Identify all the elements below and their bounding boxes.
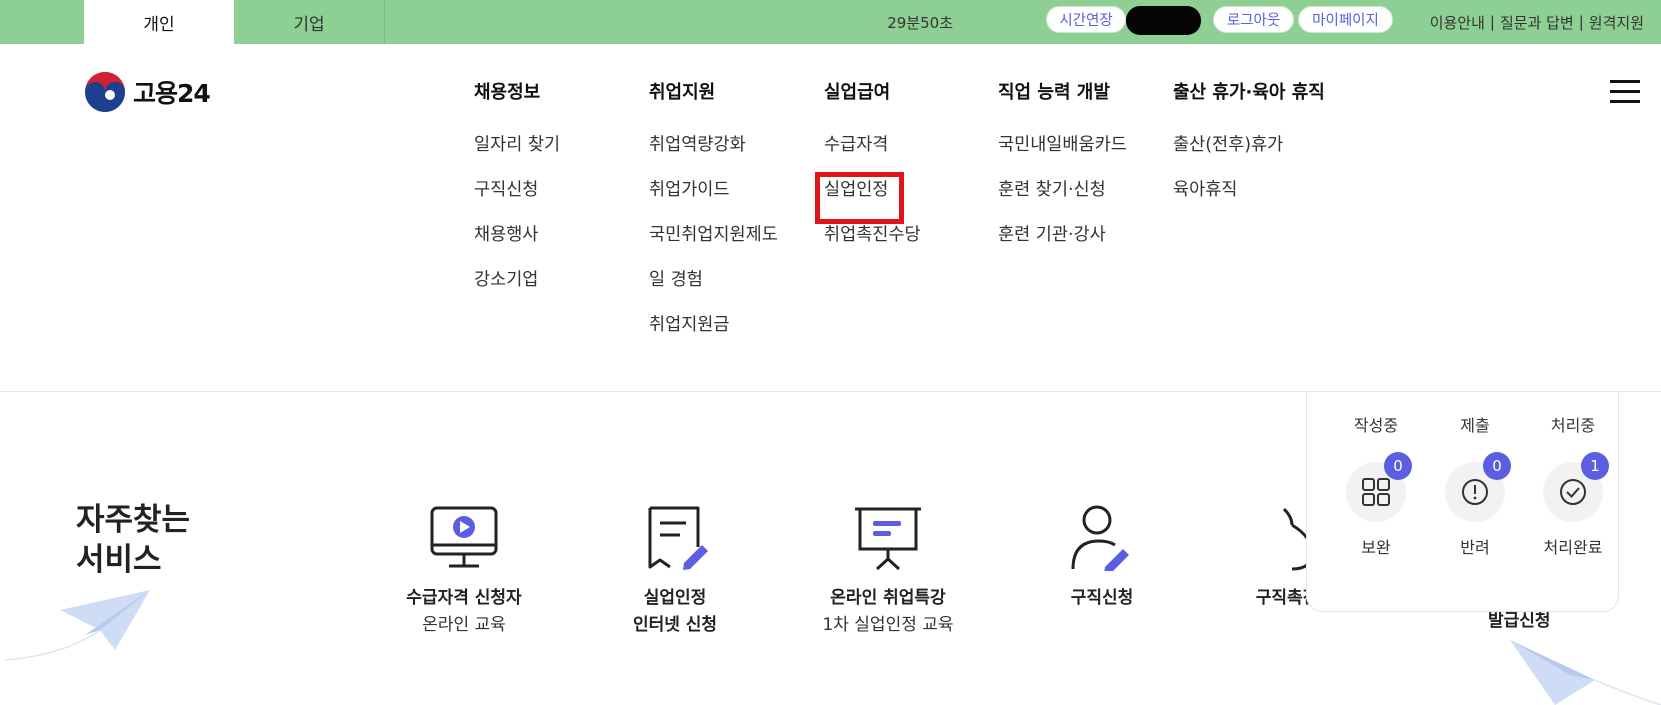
session-timer: 29분50초 — [887, 13, 953, 32]
menu-column-training: 직업 능력 개발 국민내일배움카드 훈련 찾기·신청 훈련 기관·강사 — [998, 78, 1127, 270]
menu-title-unemployment[interactable]: 실업급여 — [824, 78, 921, 104]
service-online-education[interactable]: 수급자격 신청자 온라인 교육 — [374, 505, 554, 635]
menu-item-learning-card[interactable]: 국민내일배움카드 — [998, 135, 1127, 180]
redacted-username — [1126, 6, 1201, 35]
paper-plane-icon — [1510, 640, 1661, 705]
menu-column-jobs: 채용정보 일자리 찾기 구직신청 채용행사 강소기업 — [474, 78, 560, 315]
status-label: 보완 — [1361, 538, 1391, 557]
menu-item-job-application[interactable]: 구직신청 — [474, 180, 560, 225]
menu-item-maternity-leave[interactable]: 출산(전후)휴가 — [1173, 135, 1325, 180]
menu-item-capacity[interactable]: 취업역량강화 — [649, 135, 778, 180]
person-pen-icon — [1071, 505, 1129, 571]
mypage-button[interactable]: 마이페이지 — [1298, 6, 1393, 33]
menu-column-leave: 출산 휴가·육아 휴직 출산(전후)휴가 육아휴직 — [1173, 78, 1325, 225]
status-submitted[interactable]: 제출 — [1435, 412, 1515, 436]
top-bar: 개인 기업 29분50초 시간연장 로그아웃 마이페이지 이용안내 | 질문과 … — [0, 0, 1661, 44]
status-label: 제출 — [1460, 416, 1490, 435]
status-writing[interactable]: 작성중 — [1336, 412, 1416, 436]
service-job-application[interactable]: 구직신청 — [1012, 505, 1192, 608]
menu-item-training-search[interactable]: 훈련 찾기·신청 — [998, 180, 1127, 225]
menu-item-find-jobs[interactable]: 일자리 찾기 — [474, 135, 560, 180]
title-line: 서비스 — [76, 542, 162, 578]
separator: | — [1578, 13, 1584, 31]
menu-item-job-fair[interactable]: 채용행사 — [474, 225, 560, 270]
status-icon-circle: 0 — [1445, 452, 1511, 522]
service-online-lecture[interactable]: 온라인 취업특강 1차 실업인정 교육 — [798, 505, 978, 635]
paper-plane-icon — [5, 590, 150, 661]
status-supplement[interactable]: 0 보완 — [1336, 452, 1416, 558]
service-label: 실업인정 — [643, 588, 707, 608]
status-label: 처리완료 — [1543, 538, 1603, 557]
application-status-panel: 작성중 제출 처리중 0 보완 0 반려 1 처리완료 — [1306, 392, 1619, 612]
tab-divider — [384, 0, 385, 44]
menu-item-guide[interactable]: 취업가이드 — [649, 180, 778, 225]
link-qna[interactable]: 질문과 답변 — [1500, 12, 1574, 33]
logout-button[interactable]: 로그아웃 — [1213, 6, 1294, 33]
link-usage-guide[interactable]: 이용안내 — [1430, 12, 1485, 33]
site-logo[interactable]: 고용24 — [84, 71, 211, 113]
service-sublabel: 온라인 교육 — [422, 615, 506, 635]
count-badge: 0 — [1384, 452, 1412, 480]
service-label: 수급자격 신청자 — [406, 588, 522, 608]
count-badge: 0 — [1483, 452, 1511, 480]
status-label: 작성중 — [1353, 416, 1399, 435]
service-sublabel: 1차 실업인정 교육 — [822, 615, 954, 635]
menu-title-jobs[interactable]: 채용정보 — [474, 78, 560, 104]
tab-corporate[interactable]: 기업 — [234, 0, 384, 44]
frequent-services-title: 자주찾는 서비스 — [76, 500, 190, 580]
link-remote-support[interactable]: 원격지원 — [1589, 12, 1644, 33]
menu-item-small-giant[interactable]: 강소기업 — [474, 270, 560, 315]
status-rejected[interactable]: 0 반려 — [1435, 452, 1515, 558]
menu-column-employment-support: 취업지원 취업역량강화 취업가이드 국민취업지원제도 일 경험 취업지원금 — [649, 78, 778, 360]
highlight-box — [815, 172, 904, 224]
service-label: 온라인 취업특강 — [830, 588, 946, 608]
presentation-board-icon — [855, 507, 921, 571]
logo-text: 고용24 — [133, 79, 211, 108]
extend-session-button[interactable]: 시간연장 — [1046, 6, 1126, 33]
menu-title-training[interactable]: 직업 능력 개발 — [998, 78, 1127, 104]
menu-item-training-institute[interactable]: 훈련 기관·강사 — [998, 225, 1127, 270]
tab-personal[interactable]: 개인 — [84, 0, 234, 44]
menu-item-work-experience[interactable]: 일 경험 — [649, 270, 778, 315]
document-pen-icon — [648, 506, 708, 570]
monitor-play-icon — [430, 506, 498, 568]
status-processing[interactable]: 처리중 — [1533, 412, 1613, 436]
status-label: 반려 — [1460, 538, 1490, 557]
check-circle-icon — [1560, 479, 1586, 505]
grid-icon — [1362, 478, 1390, 506]
count-badge: 1 — [1581, 452, 1609, 480]
status-icon-circle: 0 — [1346, 452, 1412, 522]
status-label: 처리중 — [1550, 416, 1596, 435]
menu-title-employment-support[interactable]: 취업지원 — [649, 78, 778, 104]
service-sublabel: 인터넷 신청 — [632, 615, 718, 635]
menu-item-parental-leave[interactable]: 육아휴직 — [1173, 180, 1325, 225]
service-label: 구직신청 — [1070, 588, 1134, 608]
menu-item-subsidy[interactable]: 취업지원금 — [649, 315, 778, 360]
separator: | — [1489, 13, 1495, 31]
menu-item-reemployment-allowance[interactable]: 취업촉진수당 — [824, 225, 921, 270]
status-completed[interactable]: 1 처리완료 — [1533, 452, 1613, 558]
status-icon-circle: 1 — [1543, 452, 1609, 522]
exclamation-circle-icon — [1462, 479, 1488, 505]
menu-item-national-program[interactable]: 국민취업지원제도 — [649, 225, 778, 270]
hamburger-menu-icon[interactable] — [1610, 80, 1640, 104]
taegeuk-logo-icon — [85, 72, 125, 112]
service-unemployment-recognition[interactable]: 실업인정 인터넷 신청 — [585, 505, 765, 635]
menu-title-leave[interactable]: 출산 휴가·육아 휴직 — [1173, 78, 1325, 104]
utility-links: 이용안내 | 질문과 답변 | 원격지원 — [1430, 0, 1644, 44]
title-line: 자주찾는 — [76, 502, 191, 538]
